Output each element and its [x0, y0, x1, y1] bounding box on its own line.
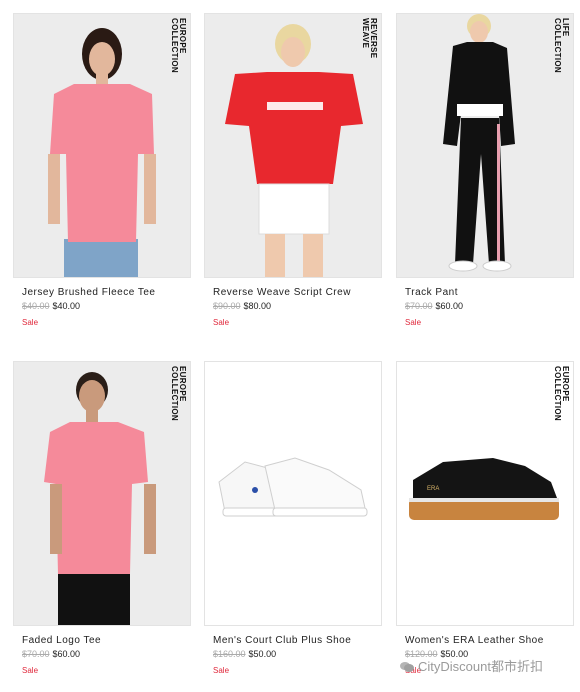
product-price: $70.00 $60.00 [22, 649, 80, 659]
sale-badge: Sale [213, 666, 230, 675]
product-name[interactable]: Reverse Weave Script Crew [213, 287, 351, 298]
white-court-shoe-illustration [218, 457, 368, 517]
sale-price: $40.00 [52, 301, 81, 311]
product-card-6[interactable]: ERA EUROPE COLLECTION Women's ERA Leather… [396, 361, 574, 675]
sale-badge: Sale [22, 318, 39, 327]
product-image[interactable] [204, 361, 382, 626]
sale-price: $60.00 [52, 649, 81, 659]
model-red-crew-illustration [225, 24, 363, 277]
wechat-icon [400, 662, 414, 672]
original-price: $90.00 [213, 301, 241, 311]
sale-badge: Sale [22, 666, 39, 675]
product-image[interactable]: LIFE COLLECTION [396, 13, 574, 278]
model-track-pant-illustration [443, 14, 515, 272]
product-card-2[interactable]: REVERSE WEAVE Reverse Weave Script Crew $… [204, 13, 382, 327]
collection-tag: EUROPE COLLECTION [170, 366, 187, 421]
watermark-text: CityDiscount都市折扣 [418, 659, 543, 674]
product-image[interactable]: REVERSE WEAVE [204, 13, 382, 278]
sale-badge: Sale [213, 318, 230, 327]
black-leather-shoe-illustration: ERA [409, 458, 559, 520]
product-name[interactable]: Track Pant [405, 287, 458, 298]
sale-price: $80.00 [243, 301, 272, 311]
model-faded-tee-illustration [44, 372, 156, 625]
collection-tag: EUROPE COLLECTION [170, 18, 187, 73]
product-name[interactable]: Faded Logo Tee [22, 635, 101, 646]
product-price: $90.00 $80.00 [213, 301, 271, 311]
product-image[interactable]: EUROPE COLLECTION [13, 361, 191, 626]
svg-text:ERA: ERA [427, 486, 439, 492]
original-price: $70.00 [22, 649, 50, 659]
original-price: $160.00 [213, 649, 246, 659]
product-card-3[interactable]: LIFE COLLECTION Track Pant $70.00 $60.00 S… [396, 13, 574, 327]
model-pink-tee-illustration [48, 28, 156, 277]
product-card-5[interactable]: Men's Court Club Plus Shoe $160.00 $50.00… [204, 361, 382, 675]
product-card-1[interactable]: EUROPE COLLECTION Jersey Brushed Fleece T… [13, 13, 191, 327]
product-image[interactable]: EUROPE COLLECTION [13, 13, 191, 278]
collection-tag: EUROPE COLLECTION [553, 366, 570, 421]
product-price: $70.00 $60.00 [405, 301, 463, 311]
product-price: $160.00 $50.00 [213, 649, 276, 659]
source-watermark: CityDiscount都市折扣 [400, 656, 543, 675]
product-name[interactable]: Men's Court Club Plus Shoe [213, 635, 351, 646]
sale-price: $50.00 [248, 649, 277, 659]
product-price: $40.00 $40.00 [22, 301, 80, 311]
sale-badge: Sale [405, 318, 422, 327]
original-price: $40.00 [22, 301, 50, 311]
product-card-4[interactable]: EUROPE COLLECTION Faded Logo Tee $70.00 $6… [13, 361, 191, 675]
product-name[interactable]: Jersey Brushed Fleece Tee [22, 287, 156, 298]
original-price: $70.00 [405, 301, 433, 311]
collection-tag: REVERSE WEAVE [361, 18, 378, 59]
product-image[interactable]: ERA EUROPE COLLECTION [396, 361, 574, 626]
product-name[interactable]: Women's ERA Leather Shoe [405, 635, 544, 646]
collection-tag: LIFE COLLECTION [553, 18, 570, 73]
sale-price: $60.00 [435, 301, 464, 311]
